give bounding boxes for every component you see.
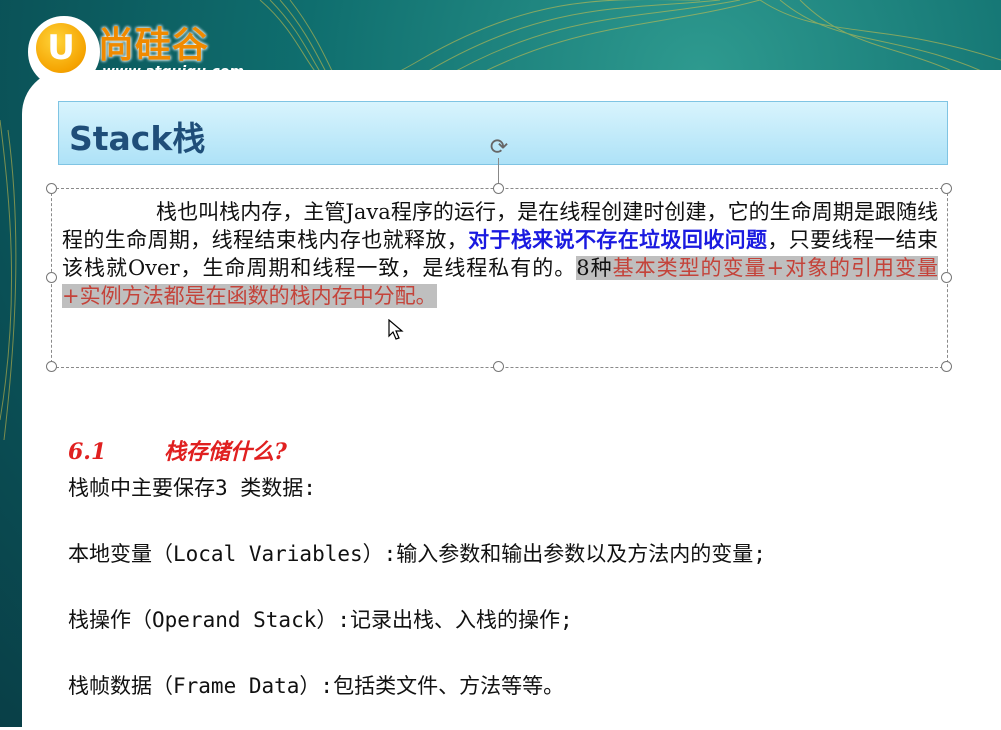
resize-handle-top-right[interactable]	[941, 183, 952, 194]
logo-u-icon: U	[36, 23, 86, 73]
rotate-handle-icon[interactable]: ⟳	[487, 136, 511, 160]
content-line-frame-data: 栈帧数据（Frame Data）:包括类文件、方法等等。	[68, 674, 565, 698]
resize-handle-right[interactable]	[941, 272, 952, 283]
slide-title: Stack栈	[69, 119, 206, 158]
resize-handle-top[interactable]	[493, 183, 504, 194]
paragraph-bold-blue: 对于栈来说不存在垃圾回收问题	[468, 227, 768, 252]
section-number: 6.1	[68, 439, 107, 465]
stack-description-paragraph[interactable]: 栈也叫栈内存，主管Java程序的运行，是在线程创建时创建，它的生命周期是跟随线程…	[62, 198, 938, 310]
resize-handle-top-left[interactable]	[46, 183, 57, 194]
section-heading: 6.1 栈存储什么?	[68, 434, 287, 466]
logo-name: 尚硅谷	[98, 25, 210, 66]
resize-handle-bottom-right[interactable]	[941, 361, 952, 372]
paragraph-highlight-num: 8种	[576, 256, 613, 280]
content-line-local-variables: 本地变量（Local Variables）:输入参数和输出参数以及方法内的变量;	[68, 542, 766, 566]
content-line-1: 栈帧中主要保存3 类数据:	[68, 476, 316, 500]
resize-handle-left[interactable]	[46, 272, 57, 283]
section-title: 栈存储什么?	[164, 439, 287, 465]
logo-url: www.atguigu.com	[102, 64, 244, 80]
resize-handle-bottom-left[interactable]	[46, 361, 57, 372]
resize-handle-bottom[interactable]	[493, 361, 504, 372]
text-cursor-icon	[388, 319, 404, 340]
atguigu-logo: U 尚硅谷 www.atguigu.com	[28, 14, 264, 92]
content-line-operand-stack: 栈操作（Operand Stack）:记录出栈、入栈的操作;	[68, 608, 573, 632]
